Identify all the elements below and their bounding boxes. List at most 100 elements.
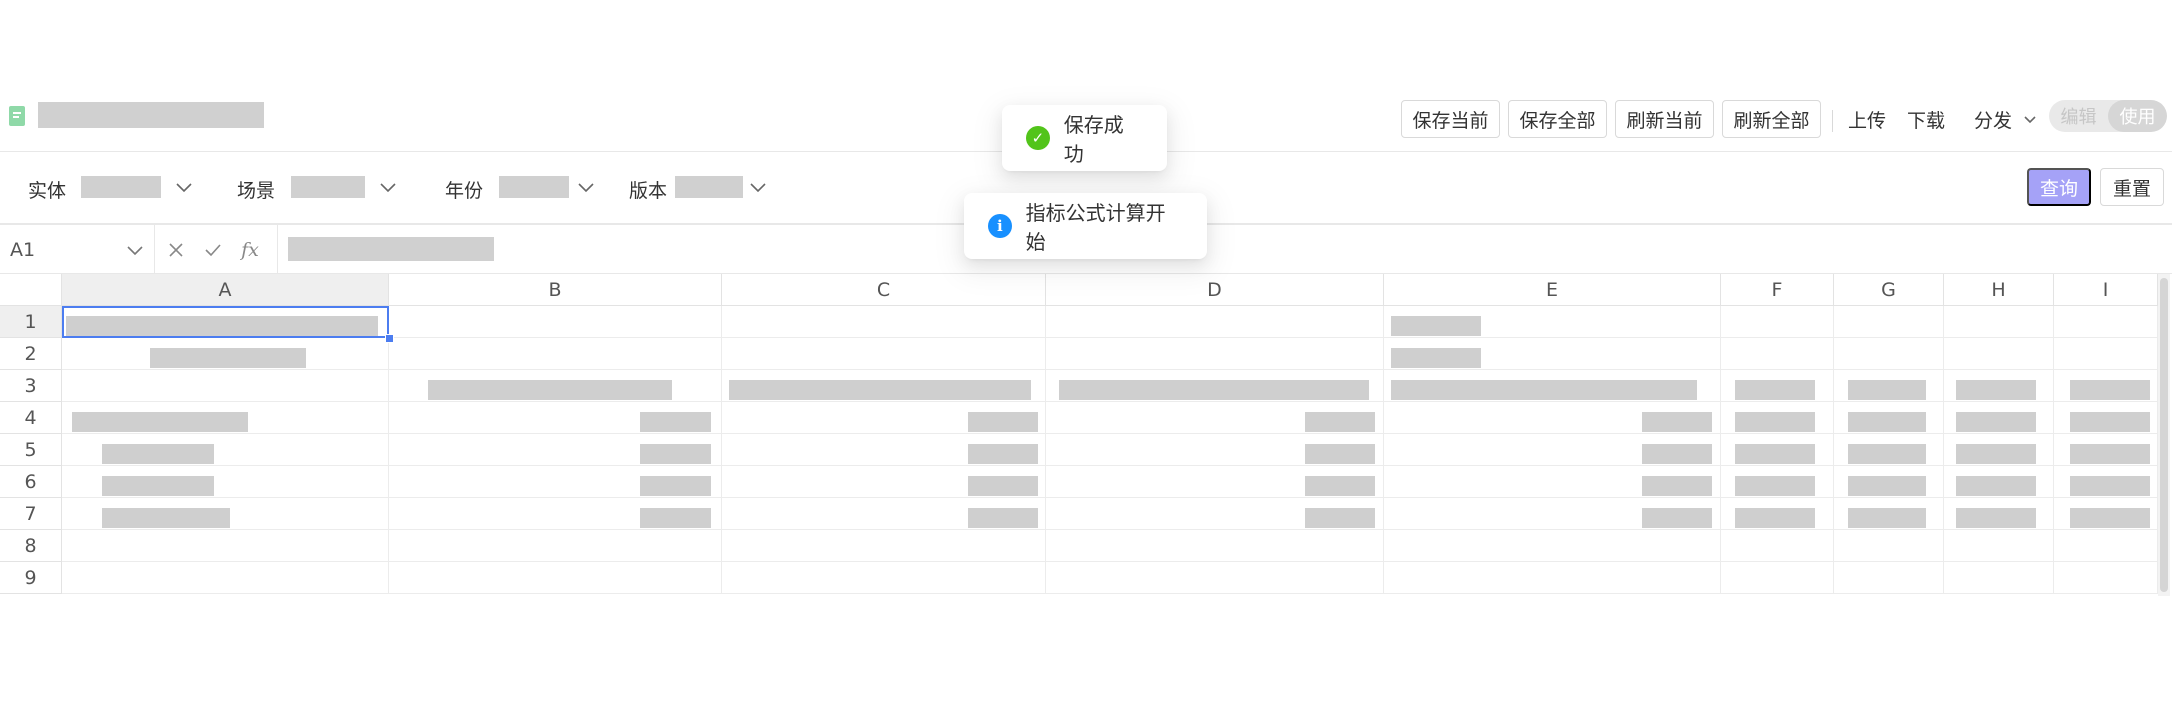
cell-b8[interactable] — [389, 530, 722, 562]
distribute-label: 分发 — [1974, 109, 2013, 132]
cell-e9[interactable] — [1384, 562, 1721, 594]
column-header-c[interactable]: C — [722, 274, 1046, 306]
cell-d2[interactable] — [1046, 338, 1384, 370]
vertical-scrollbar[interactable] — [2158, 274, 2170, 596]
cell-f1[interactable] — [1721, 306, 1834, 338]
cell-a8[interactable] — [62, 530, 389, 562]
cell-h1[interactable] — [1944, 306, 2054, 338]
redacted-cell-content — [102, 444, 214, 464]
cell-i1[interactable] — [2054, 306, 2158, 338]
app-root: 保存当前 保存全部 刷新当前 刷新全部 上传 下载 分发 编辑 使用 实体 场景… — [0, 0, 2172, 724]
redacted-cell-content — [1391, 316, 1481, 336]
column-header-f[interactable]: F — [1721, 274, 1834, 306]
cell-c9[interactable] — [722, 562, 1046, 594]
download-button[interactable]: 下载 — [1907, 100, 1945, 138]
chevron-down-icon[interactable] — [575, 176, 597, 198]
cell-b9[interactable] — [389, 562, 722, 594]
cell-d1[interactable] — [1046, 306, 1384, 338]
redacted-cell-content — [1391, 348, 1481, 368]
row-header-6[interactable]: 6 — [0, 466, 62, 498]
cell-i2[interactable] — [2054, 338, 2158, 370]
row-header-1[interactable]: 1 — [0, 306, 62, 338]
mode-edit-option[interactable]: 编辑 — [2049, 100, 2108, 132]
row-header-4[interactable]: 4 — [0, 402, 62, 434]
cell-h8[interactable] — [1944, 530, 2054, 562]
refresh-all-button[interactable]: 刷新全部 — [1722, 100, 1821, 138]
row-header-3[interactable]: 3 — [0, 370, 62, 402]
redacted-cell-content — [1848, 476, 1926, 496]
refresh-current-button[interactable]: 刷新当前 — [1615, 100, 1714, 138]
function-icon[interactable]: fx — [238, 238, 262, 262]
chevron-down-icon[interactable] — [173, 176, 195, 198]
cell-i9[interactable] — [2054, 562, 2158, 594]
redacted-cell-content — [1848, 444, 1926, 464]
redacted-cell-content — [1956, 508, 2036, 528]
row-header-2[interactable]: 2 — [0, 338, 62, 370]
cell-c1[interactable] — [722, 306, 1046, 338]
chevron-down-icon[interactable] — [377, 176, 399, 198]
cell-g2[interactable] — [1834, 338, 1944, 370]
version-select-value[interactable] — [675, 176, 743, 198]
column-header-d[interactable]: D — [1046, 274, 1384, 306]
formula-input[interactable] — [288, 237, 494, 261]
row-header-5[interactable]: 5 — [0, 434, 62, 466]
chevron-down-icon — [2024, 116, 2036, 124]
redacted-cell-content — [1956, 476, 2036, 496]
query-button[interactable]: 查询 — [2027, 168, 2091, 206]
corner-cell[interactable] — [0, 274, 62, 306]
cell-d9[interactable] — [1046, 562, 1384, 594]
cell-f8[interactable] — [1721, 530, 1834, 562]
info-icon: i — [988, 214, 1012, 238]
cell-a3[interactable] — [62, 370, 389, 402]
cell-g8[interactable] — [1834, 530, 1944, 562]
chevron-down-icon[interactable] — [747, 176, 769, 198]
redacted-cell-content — [1848, 380, 1926, 400]
cell-b2[interactable] — [389, 338, 722, 370]
cell-c2[interactable] — [722, 338, 1046, 370]
check-icon[interactable] — [201, 238, 225, 262]
cell-f9[interactable] — [1721, 562, 1834, 594]
redacted-cell-content — [1305, 412, 1375, 432]
close-icon[interactable] — [164, 238, 188, 262]
column-header-h[interactable]: H — [1944, 274, 2054, 306]
mode-switch[interactable]: 编辑 使用 — [2049, 100, 2167, 132]
cell-h9[interactable] — [1944, 562, 2054, 594]
save-all-button[interactable]: 保存全部 — [1508, 100, 1607, 138]
redacted-cell-content — [968, 444, 1038, 464]
cell-c8[interactable] — [722, 530, 1046, 562]
year-select-value[interactable] — [499, 176, 569, 198]
column-header-e[interactable]: E — [1384, 274, 1721, 306]
entity-select-value[interactable] — [81, 176, 161, 198]
cell-d8[interactable] — [1046, 530, 1384, 562]
upload-button[interactable]: 上传 — [1848, 100, 1886, 138]
cell-i8[interactable] — [2054, 530, 2158, 562]
cell-g9[interactable] — [1834, 562, 1944, 594]
column-header-i[interactable]: I — [2054, 274, 2158, 306]
scenario-select-value[interactable] — [291, 176, 365, 198]
row-header-8[interactable]: 8 — [0, 530, 62, 562]
cell-a9[interactable] — [62, 562, 389, 594]
row-header-9[interactable]: 9 — [0, 562, 62, 594]
row-header-7[interactable]: 7 — [0, 498, 62, 530]
column-header-a[interactable]: A — [62, 274, 389, 306]
column-header-b[interactable]: B — [389, 274, 722, 306]
year-label: 年份 — [445, 180, 484, 202]
document-title — [38, 102, 264, 128]
column-header-g[interactable]: G — [1834, 274, 1944, 306]
redacted-cell-content — [1735, 508, 1815, 528]
cell-f2[interactable] — [1721, 338, 1834, 370]
reset-button[interactable]: 重置 — [2100, 168, 2164, 206]
redacted-cell-content — [968, 508, 1038, 528]
cell-reference-select[interactable]: A1 — [0, 225, 155, 275]
redacted-cell-content — [2070, 444, 2150, 464]
selected-cell-outline — [62, 306, 389, 338]
mode-use-option[interactable]: 使用 — [2108, 100, 2167, 132]
cell-g1[interactable] — [1834, 306, 1944, 338]
cell-b1[interactable] — [389, 306, 722, 338]
fill-handle[interactable] — [385, 334, 394, 343]
cell-h2[interactable] — [1944, 338, 2054, 370]
cell-e8[interactable] — [1384, 530, 1721, 562]
scrollbar-thumb[interactable] — [2160, 278, 2168, 592]
distribute-dropdown[interactable]: 分发 — [1974, 100, 2038, 138]
save-current-button[interactable]: 保存当前 — [1401, 100, 1500, 138]
